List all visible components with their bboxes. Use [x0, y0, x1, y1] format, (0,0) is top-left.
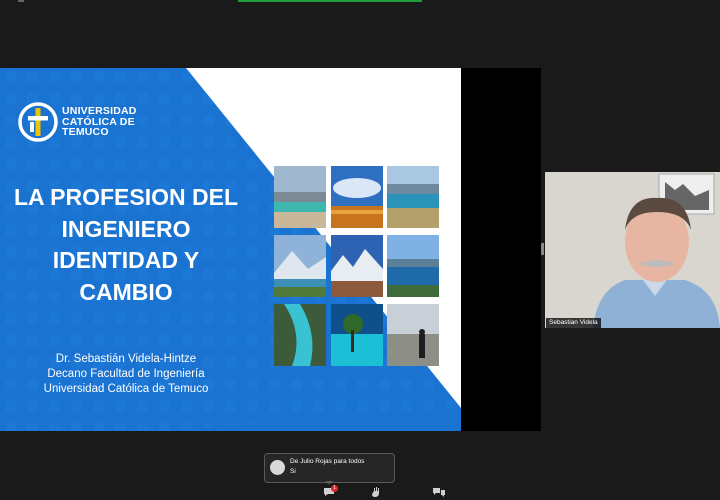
photo-glacier-river	[274, 304, 326, 366]
title-line-4: CAMBIO	[79, 278, 173, 305]
photo-mountain-lake	[274, 235, 326, 297]
photo-flower-field	[331, 166, 383, 228]
title-line-2: INGENIERO	[61, 215, 191, 242]
reactions-icon[interactable]	[433, 487, 445, 497]
avatar	[270, 460, 285, 475]
participant-video[interactable]	[545, 172, 720, 328]
logo-line-3: TEMUCO	[62, 126, 109, 139]
author-name: Dr. Sebastián Videla-Hintze	[55, 353, 197, 365]
university-emblem-icon	[18, 102, 58, 142]
participant-name-label: Sebastian Videla	[546, 318, 601, 328]
slide-title: LA PROFESION DEL INGENIERO IDENTIDAD Y C…	[0, 182, 252, 308]
window-control-icon[interactable]	[18, 0, 24, 2]
author-institution: Universidad Católica de Temuco	[43, 383, 209, 395]
sharing-indicator	[238, 0, 422, 2]
title-line-3: IDENTIDAD Y	[52, 247, 200, 273]
chat-sender: De Julio Rojas para todos	[290, 458, 365, 465]
unread-badge: 1	[331, 485, 338, 492]
photo-rocky-peaks	[331, 235, 383, 297]
meeting-toolbar	[0, 484, 720, 500]
chat-notification[interactable]: De Julio Rojas para todos Si	[264, 453, 395, 483]
photo-lake-mountains	[387, 166, 439, 228]
university-logo: UNIVERSIDAD CATÓLICA DE TEMUCO	[18, 102, 137, 142]
participant-video-frame	[545, 172, 720, 328]
photo-blue-ice-tree	[331, 304, 383, 366]
photo-blue-lake	[387, 235, 439, 297]
photo-beach-lagoon	[274, 166, 326, 228]
author-block: Dr. Sebastián Videla-Hintze Decano Facul…	[0, 352, 252, 397]
presentation-slide: UNIVERSIDAD CATÓLICA DE TEMUCO LA PROFES…	[0, 68, 461, 431]
author-role: Decano Facultad de Ingeniería	[47, 368, 205, 380]
photo-snowy-forest	[387, 304, 439, 366]
title-line-1: LA PROFESION DEL	[13, 184, 239, 210]
panel-resize-handle[interactable]	[541, 243, 544, 255]
raise-hand-icon[interactable]	[371, 487, 383, 497]
chat-message: Si	[290, 468, 296, 475]
